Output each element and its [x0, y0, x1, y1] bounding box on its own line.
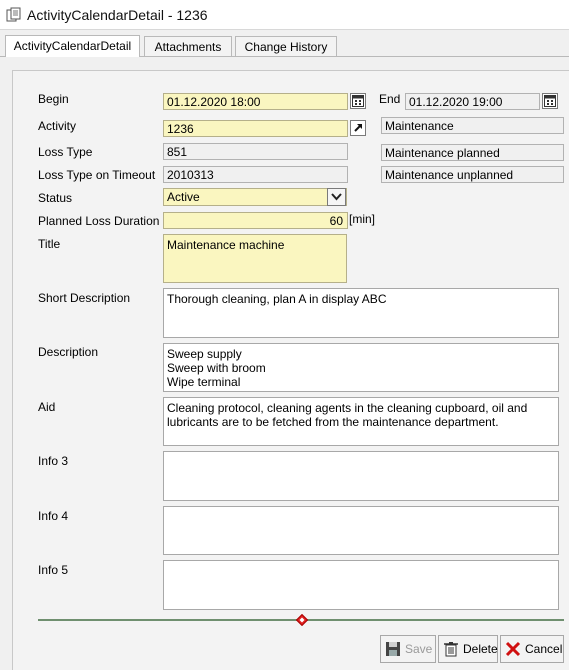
tab-bar: ActivityCalendarDetail Attachments Chang… — [0, 30, 569, 57]
description-label: Description — [38, 345, 99, 359]
activity-open-button[interactable] — [350, 120, 366, 136]
begin-label: Begin — [38, 92, 69, 106]
description-line: Sweep supply — [167, 347, 242, 361]
planned-loss-unit: [min] — [349, 212, 376, 226]
loss-type-label: Loss Type — [38, 145, 93, 159]
planned-loss-field[interactable]: 60 — [163, 212, 348, 229]
info5-label: Info 5 — [38, 563, 69, 577]
end-calendar-button[interactable] — [542, 93, 558, 109]
title-input[interactable]: Maintenance machine — [163, 234, 347, 283]
trash-icon — [443, 641, 461, 659]
cancel-button[interactable]: Cancel — [500, 635, 564, 663]
save-button[interactable]: Save — [380, 635, 436, 663]
planned-loss-label: Planned Loss Duration — [38, 214, 160, 228]
delete-button[interactable]: Delete — [438, 635, 498, 663]
short-description-label: Short Description — [38, 291, 131, 305]
tab-change-history[interactable]: Change History — [235, 36, 337, 56]
tab-attachments[interactable]: Attachments — [144, 36, 232, 56]
calendar-icon — [544, 95, 556, 107]
splitter-handle-icon[interactable] — [295, 613, 309, 627]
activity-label: Activity — [38, 119, 77, 133]
chevron-down-icon — [331, 193, 342, 201]
description-input[interactable]: Sweep supply Sweep with broom Wipe termi… — [163, 343, 559, 392]
begin-calendar-button[interactable] — [350, 93, 366, 109]
aid-input[interactable]: Cleaning protocol, cleaning agents in th… — [163, 397, 559, 446]
status-selected-value: Active — [167, 190, 200, 204]
activity-description: Maintenance — [381, 117, 564, 134]
info4-input[interactable] — [163, 506, 559, 555]
title-bar: ActivityCalendarDetail - 1236 — [0, 0, 569, 30]
status-dropdown-button[interactable] — [327, 188, 346, 206]
description-line: Wipe terminal — [167, 375, 241, 389]
loss-type-description: Maintenance planned — [381, 144, 564, 161]
loss-type-field: 851 — [163, 143, 348, 160]
save-button-label: Save — [405, 642, 433, 656]
description-line: Sweep with broom — [167, 361, 266, 375]
loss-type-timeout-label: Loss Type on Timeout — [38, 168, 156, 182]
aid-line: Cleaning protocol, cleaning agents in th… — [167, 401, 528, 415]
tab-activity-calendar-detail[interactable]: ActivityCalendarDetail — [5, 35, 140, 57]
info4-label: Info 4 — [38, 509, 69, 523]
info3-input[interactable] — [163, 451, 559, 501]
status-label: Status — [38, 191, 73, 205]
begin-field[interactable]: 01.12.2020 18:00 — [163, 93, 348, 110]
calendar-icon — [352, 95, 364, 107]
close-icon — [505, 641, 523, 659]
aid-label: Aid — [38, 400, 56, 414]
loss-type-timeout-field: 2010313 — [163, 166, 348, 183]
arrow-link-icon — [352, 122, 364, 134]
activity-field[interactable]: 1236 — [163, 120, 348, 137]
info5-input[interactable] — [163, 560, 559, 610]
info3-label: Info 3 — [38, 454, 69, 468]
title-label: Title — [38, 237, 61, 251]
cancel-button-label: Cancel — [525, 642, 563, 656]
loss-type-timeout-description: Maintenance unplanned — [381, 166, 564, 183]
short-description-input[interactable]: Thorough cleaning, plan A in display ABC — [163, 288, 559, 338]
window-title: ActivityCalendarDetail - 1236 — [27, 7, 208, 23]
end-field[interactable]: 01.12.2020 19:00 — [405, 93, 540, 110]
window-icon — [6, 7, 22, 23]
end-label: End — [379, 92, 401, 106]
floppy-disk-icon — [385, 641, 403, 659]
status-select[interactable]: Active — [163, 188, 347, 206]
delete-button-label: Delete — [463, 642, 498, 656]
aid-line: lubricants are to be fetched from the ma… — [167, 415, 499, 429]
